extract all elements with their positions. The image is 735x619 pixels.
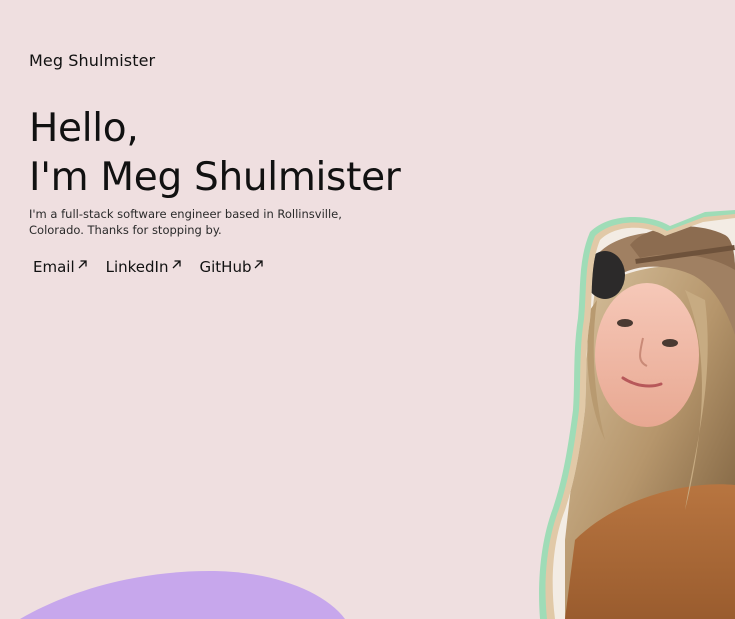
hero-title-line-2: I'm Meg Shulmister [29,155,401,200]
external-arrow-icon [172,260,181,269]
github-link[interactable]: GitHub [200,258,265,276]
contact-links: Email LinkedIn GitHub [33,258,264,276]
external-arrow-icon [255,260,264,269]
intro-text: I'm a full-stack software engineer based… [29,207,342,237]
github-link-label: GitHub [199,258,252,276]
external-arrow-icon [78,260,87,269]
hero-title: Hello, I'm Meg Shulmister [29,104,401,202]
site-name[interactable]: Meg Shulmister [29,51,155,70]
linkedin-link[interactable]: LinkedIn [106,258,182,276]
email-link-label: Email [33,258,75,276]
email-link[interactable]: Email [33,258,88,276]
linkedin-link-label: LinkedIn [105,258,169,276]
hero-title-line-1: Hello, [29,106,139,151]
profile-photo [539,210,735,619]
